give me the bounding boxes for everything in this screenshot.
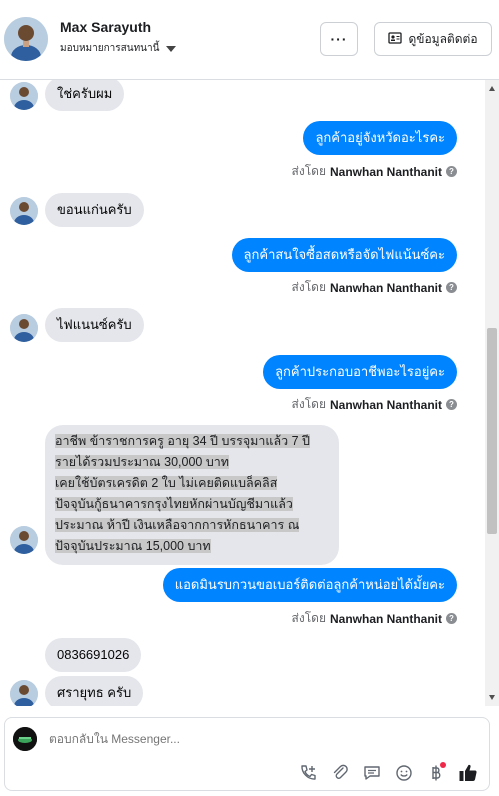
reply-composer — [4, 717, 490, 791]
more-icon: ··· — [330, 31, 348, 47]
outgoing-message[interactable]: ลูกค้าสนใจซื้อสดหรือจัดไฟแน้นซ์คะ — [231, 238, 457, 272]
help-icon[interactable]: ? — [446, 166, 457, 177]
thumbs-up-icon[interactable] — [457, 762, 479, 784]
baht-icon[interactable] — [425, 762, 447, 784]
contact-avatar-small — [10, 680, 38, 706]
outgoing-message[interactable]: ลูกค้าประกอบอาชีพอะไรอยู่คะ — [263, 355, 457, 389]
contact-avatar-small — [10, 82, 38, 110]
help-icon[interactable]: ? — [446, 399, 457, 410]
contact-avatar-small — [10, 526, 38, 554]
sent-by-prefix: ส่งโดย — [291, 164, 326, 178]
sender-name: Nanwhan Nanthanit — [329, 611, 442, 626]
sent-by-prefix: ส่งโดย — [291, 397, 326, 411]
sender-name: Nanwhan Nanthanit — [329, 164, 442, 179]
scroll-thumb[interactable] — [487, 328, 497, 534]
incoming-message[interactable]: 0836691026 — [45, 638, 142, 672]
message-line: รายได้รวมประมาณ 30,000 บาท — [55, 455, 230, 469]
conversation-header: Max Sarayuth มอบหมายการสนทนานี้ ··· ดูข้… — [0, 0, 499, 80]
incoming-message[interactable]: ขอนแก่นครับ — [45, 193, 144, 227]
sent-by-line: ส่งโดย Nanwhan Nanthanit ? — [292, 278, 457, 297]
contact-avatar-small — [10, 314, 38, 342]
thread-scrollbar[interactable] — [485, 80, 499, 706]
sent-by-prefix: ส่งโดย — [291, 611, 326, 625]
view-contact-label: ดูข้อมูลติดต่อ — [408, 31, 478, 46]
incoming-message[interactable]: ศรายุทธ ครับ — [45, 676, 144, 706]
view-contact-button[interactable]: ดูข้อมูลติดต่อ — [374, 22, 492, 56]
contact-name[interactable]: Max Sarayuth — [60, 19, 151, 35]
message-line: ปัจจุบันประมาณ 15,000 บาท — [55, 539, 211, 553]
contact-avatar-small — [10, 197, 38, 225]
sent-by-line: ส่งโดย Nanwhan Nanthanit ? — [292, 162, 457, 181]
assign-label: มอบหมายการสนทนานี้ — [60, 43, 160, 54]
sent-by-line: ส่งโดย Nanwhan Nanthanit ? — [292, 609, 457, 628]
help-icon[interactable]: ? — [446, 282, 457, 293]
sender-name: Nanwhan Nanthanit — [329, 280, 442, 295]
saved-replies-icon[interactable] — [361, 762, 383, 784]
message-line: ปัจจุบันกู้ธนาคารกรุงไทยหักผ่านบัญชีมาแล… — [55, 497, 293, 511]
outgoing-message[interactable]: แอดมินรบกวนขอเบอร์ติดต่อลูกค้าหน่อยได้มั… — [162, 568, 457, 602]
message-line: เคยใช้บัตรเครดิต 2 ใบ ไม่เคยติดแบล็คลิส — [55, 476, 278, 490]
help-icon[interactable]: ? — [446, 613, 457, 624]
emoji-icon[interactable] — [393, 762, 415, 784]
assign-conversation[interactable]: มอบหมายการสนทนานี้ — [60, 41, 177, 56]
paperclip-icon[interactable] — [329, 762, 351, 784]
chevron-down-icon — [166, 45, 177, 52]
message-thread[interactable]: ใช่ครับผม ลูกค้าอยู่จังหวัดอะไรคะ ส่งโดย… — [0, 80, 499, 706]
contact-avatar[interactable] — [4, 17, 48, 61]
contact-card-icon — [388, 31, 403, 47]
message-line: ประมาณ ห้าปี เงินเหลือจากการหักธนาคาร ณ — [55, 518, 300, 532]
scroll-down-arrow-icon[interactable] — [489, 695, 495, 700]
page-avatar — [13, 727, 37, 751]
scroll-up-arrow-icon[interactable] — [489, 86, 495, 91]
incoming-message-long[interactable]: อาชีพ ข้าราชการครู อายุ 34 ปี บรรจุมาแล้… — [45, 425, 339, 565]
incoming-message[interactable]: ไฟแนนซ์ครับ — [45, 308, 144, 342]
sent-by-prefix: ส่งโดย — [291, 280, 326, 294]
composer-toolbar — [297, 762, 479, 784]
sender-name: Nanwhan Nanthanit — [329, 397, 442, 412]
more-options-button[interactable]: ··· — [320, 22, 358, 56]
sent-by-line: ส่งโดย Nanwhan Nanthanit ? — [292, 395, 457, 414]
incoming-message[interactable]: ใช่ครับผม — [45, 80, 125, 111]
reply-input[interactable] — [49, 732, 469, 746]
phone-add-icon[interactable] — [297, 762, 319, 784]
notification-dot — [440, 762, 446, 768]
outgoing-message[interactable]: ลูกค้าอยู่จังหวัดอะไรคะ — [303, 121, 457, 155]
message-line: อาชีพ ข้าราชการครู อายุ 34 ปี บรรจุมาแล้… — [55, 434, 310, 448]
